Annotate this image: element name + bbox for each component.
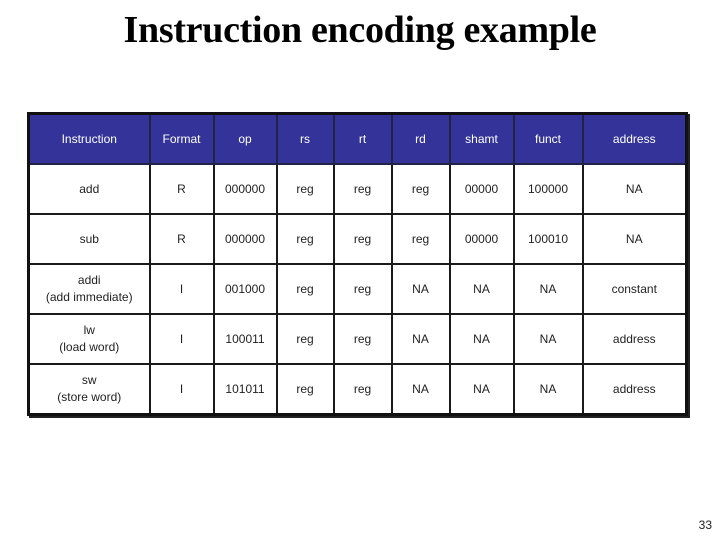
cell-rt: reg <box>332 363 393 416</box>
cell-shamt: 00000 <box>448 213 515 265</box>
cell-instruction: sw (store word) <box>27 363 151 416</box>
cell-rd: NA <box>390 313 451 365</box>
cell-funct: NA <box>512 263 584 315</box>
cell-rd: reg <box>390 213 451 265</box>
cell-rs: reg <box>275 163 335 215</box>
cell-funct: 100010 <box>512 213 584 265</box>
cell-rs: reg <box>275 313 335 365</box>
instruction-encoding-table: Instruction Format op rs rt rd shamt fun… <box>27 112 688 416</box>
cell-address: NA <box>581 163 688 215</box>
column-header-rt: rt <box>332 112 393 165</box>
cell-format: R <box>148 163 215 215</box>
cell-rt: reg <box>332 213 393 265</box>
cell-rt: reg <box>332 263 393 315</box>
instruction-description: (store word) <box>57 390 122 404</box>
cell-address: address <box>581 313 688 365</box>
instruction-mnemonic: sub <box>79 231 99 246</box>
cell-rs: reg <box>275 263 335 315</box>
cell-address: address <box>581 363 688 416</box>
cell-rd: NA <box>390 263 451 315</box>
instruction-description: (add immediate) <box>45 290 133 304</box>
table-row: addi (add immediate) I 001000 reg reg NA… <box>27 263 688 315</box>
cell-format: R <box>148 213 215 265</box>
instruction-mnemonic: sw <box>81 373 97 387</box>
cell-format: I <box>148 363 215 416</box>
cell-funct: NA <box>512 313 584 365</box>
slide-title: Instruction encoding example <box>123 9 597 51</box>
column-header-rs: rs <box>275 112 335 165</box>
column-header-op: op <box>212 112 278 165</box>
cell-shamt: 00000 <box>448 163 515 215</box>
column-header-shamt: shamt <box>448 112 515 165</box>
cell-rd: NA <box>390 363 451 416</box>
table-row: add R 000000 reg reg reg 00000 100000 NA <box>27 163 688 215</box>
cell-instruction: add <box>27 163 151 215</box>
column-header-address: address <box>581 112 688 165</box>
cell-format: I <box>148 263 215 315</box>
cell-op: 000000 <box>212 213 278 265</box>
cell-rs: reg <box>275 213 335 265</box>
cell-address: NA <box>581 213 688 265</box>
page-number: 33 <box>698 518 712 532</box>
column-header-format: Format <box>148 112 215 165</box>
cell-shamt: NA <box>448 363 515 416</box>
cell-instruction: sub <box>27 213 151 265</box>
cell-shamt: NA <box>448 263 515 315</box>
cell-rt: reg <box>332 163 393 215</box>
cell-address: constant <box>581 263 688 315</box>
table-header-row: Instruction Format op rs rt rd shamt fun… <box>27 112 688 165</box>
cell-funct: 100000 <box>512 163 584 215</box>
column-header-rd: rd <box>390 112 451 165</box>
table-row: lw (load word) I 100011 reg reg NA NA NA… <box>27 313 688 365</box>
cell-instruction: lw (load word) <box>27 313 151 365</box>
column-header-instruction: Instruction <box>27 112 151 165</box>
cell-rs: reg <box>275 363 335 416</box>
cell-funct: NA <box>512 363 584 416</box>
table-row: sub R 000000 reg reg reg 00000 100010 NA <box>27 213 688 265</box>
cell-shamt: NA <box>448 313 515 365</box>
cell-op: 101011 <box>212 363 278 416</box>
instruction-mnemonic: lw <box>83 323 95 337</box>
cell-format: I <box>148 313 215 365</box>
cell-instruction: addi (add immediate) <box>27 263 151 315</box>
instruction-mnemonic: add <box>79 181 100 196</box>
instruction-description: (load word) <box>59 340 120 354</box>
cell-op: 001000 <box>212 263 278 315</box>
cell-rd: reg <box>390 163 451 215</box>
column-header-funct: funct <box>512 112 584 165</box>
instruction-mnemonic: addi <box>77 273 101 287</box>
table-row: sw (store word) I 101011 reg reg NA NA N… <box>27 363 688 416</box>
cell-rt: reg <box>332 313 393 365</box>
cell-op: 100011 <box>212 313 278 365</box>
cell-op: 000000 <box>212 163 278 215</box>
